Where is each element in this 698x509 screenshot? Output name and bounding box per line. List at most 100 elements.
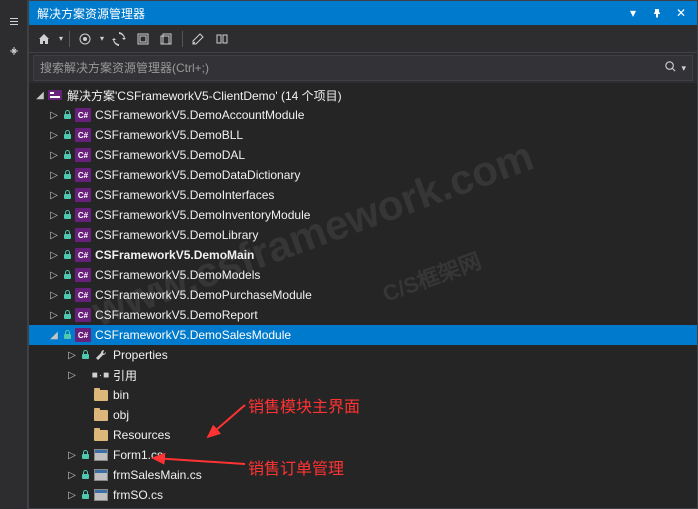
tree-item[interactable]: Resources	[29, 425, 697, 445]
form-icon	[93, 447, 109, 463]
project-node[interactable]: ▷ C# CSFrameworkV5.DemoAccountModule	[29, 105, 697, 125]
csharp-project-icon: C#	[75, 127, 91, 143]
expander-icon[interactable]: ▷	[65, 368, 79, 382]
project-node[interactable]: ▷ C# CSFrameworkV5.DemoModels	[29, 265, 697, 285]
home-dropdown[interactable]: ▾	[57, 34, 65, 43]
pin-button[interactable]	[649, 5, 665, 21]
close-button[interactable]: ✕	[673, 5, 689, 21]
solution-tree: ◢ 解决方案'CSFrameworkV5-ClientDemo' (14 个项目…	[29, 83, 697, 508]
project-label: CSFrameworkV5.DemoSalesModule	[95, 328, 291, 342]
expander-icon[interactable]: ▷	[47, 148, 61, 162]
tree-item-label: frmSO.cs	[113, 488, 163, 502]
expander-icon[interactable]: ▷	[65, 348, 79, 362]
panel-title: 解决方案资源管理器	[37, 5, 625, 22]
folder-icon	[93, 427, 109, 443]
tree-item[interactable]: ▷ Properties	[29, 345, 697, 365]
tree-item-label: frmSalesMain.cs	[113, 468, 202, 482]
expander-icon[interactable]: ▷	[47, 208, 61, 222]
expander-icon[interactable]: ▷	[47, 168, 61, 182]
lock-icon	[61, 129, 73, 141]
expander-icon[interactable]: ▷	[47, 248, 61, 262]
lock-icon	[79, 349, 91, 361]
pending-changes-button[interactable]	[74, 28, 96, 50]
expander-icon[interactable]: ▷	[47, 228, 61, 242]
pending-dropdown[interactable]: ▾	[98, 34, 106, 43]
tree-item[interactable]: ▷ frmSO.cs	[29, 485, 697, 505]
expander-icon[interactable]: ▷	[65, 448, 79, 462]
lock-icon	[61, 189, 73, 201]
project-node[interactable]: ▷ C# CSFrameworkV5.DemoBLL	[29, 125, 697, 145]
project-label: CSFrameworkV5.DemoBLL	[95, 128, 243, 142]
csharp-project-icon: C#	[75, 307, 91, 323]
folder-icon	[93, 387, 109, 403]
home-button[interactable]	[33, 28, 55, 50]
solution-icon	[47, 87, 63, 103]
csharp-project-icon: C#	[75, 167, 91, 183]
lock-icon	[79, 449, 91, 461]
lock-icon	[61, 289, 73, 301]
tree-item-label: Resources	[113, 428, 170, 442]
project-node[interactable]: ▷ C# CSFrameworkV5.DemoMain	[29, 245, 697, 265]
tree-item[interactable]: bin	[29, 385, 697, 405]
solution-label: 解决方案'CSFrameworkV5-ClientDemo' (14 个项目)	[67, 87, 342, 104]
tree-item-label: Properties	[113, 348, 168, 362]
tree-item[interactable]: ▷ Form1.cs	[29, 445, 697, 465]
expander-icon[interactable]: ▷	[47, 128, 61, 142]
project-node[interactable]: ▷ C# CSFrameworkV5.DemoInterfaces	[29, 185, 697, 205]
csharp-project-icon: C#	[75, 287, 91, 303]
expander-icon[interactable]: ▷	[47, 188, 61, 202]
search-input[interactable]	[40, 61, 660, 75]
lock-icon	[79, 489, 91, 501]
project-node[interactable]: ▷ C# CSFrameworkV5.DemoDataDictionary	[29, 165, 697, 185]
project-node[interactable]: ▷ C# CSFrameworkV5.DemoLibrary	[29, 225, 697, 245]
collapse-all-button[interactable]	[132, 28, 154, 50]
csharp-project-icon: C#	[75, 207, 91, 223]
csharp-project-icon: C#	[75, 227, 91, 243]
toolbar: ▾ ▾	[29, 25, 697, 53]
tree-item[interactable]: obj	[29, 405, 697, 425]
lock-icon	[61, 169, 73, 181]
project-node[interactable]: ▷ C# CSFrameworkV5.DemoPurchaseModule	[29, 285, 697, 305]
collapse-tab-icon[interactable]	[6, 14, 22, 30]
search-dropdown-icon[interactable]: ▾	[677, 63, 686, 74]
preview-button[interactable]	[211, 28, 233, 50]
expander-icon[interactable]: ▷	[47, 308, 61, 322]
csharp-project-icon: C#	[75, 327, 91, 343]
tree-item-label: Form1.cs	[113, 448, 163, 462]
project-label: CSFrameworkV5.DemoInterfaces	[95, 188, 274, 202]
lock-icon	[61, 249, 73, 261]
sync-button[interactable]	[108, 28, 130, 50]
tree-item[interactable]: ▷ frmSalesMain.cs	[29, 465, 697, 485]
project-label: CSFrameworkV5.DemoDAL	[95, 148, 245, 162]
expander-icon[interactable]: ▷	[47, 268, 61, 282]
lock-icon	[61, 309, 73, 321]
project-node[interactable]: ▷ C# CSFrameworkV5.DemoDAL	[29, 145, 697, 165]
expander-icon[interactable]: ▷	[65, 468, 79, 482]
panel-title-bar: 解决方案资源管理器 ▾ ✕	[29, 1, 697, 25]
search-bar: ▾	[33, 55, 693, 81]
expander-icon[interactable]: ▷	[47, 288, 61, 302]
tree-item-label: obj	[113, 408, 129, 422]
solution-node[interactable]: ◢ 解决方案'CSFrameworkV5-ClientDemo' (14 个项目…	[29, 85, 697, 105]
project-label: CSFrameworkV5.DemoReport	[95, 308, 258, 322]
project-node[interactable]: ▷ C# CSFrameworkV5.DemoReport	[29, 305, 697, 325]
expander-icon[interactable]: ◢	[47, 328, 61, 342]
dropdown-button[interactable]: ▾	[625, 5, 641, 21]
expander-icon[interactable]: ◢	[33, 88, 47, 102]
show-all-files-button[interactable]	[156, 28, 178, 50]
expander-icon[interactable]: ▷	[65, 488, 79, 502]
project-label: CSFrameworkV5.DemoAccountModule	[95, 108, 304, 122]
tree-item[interactable]: ▷ ■·■ 引用	[29, 365, 697, 385]
csharp-project-icon: C#	[75, 147, 91, 163]
lock-icon	[61, 149, 73, 161]
project-label: CSFrameworkV5.DemoMain	[95, 248, 254, 262]
properties-button[interactable]	[187, 28, 209, 50]
project-node[interactable]: ◢ C# CSFrameworkV5.DemoSalesModule	[29, 325, 697, 345]
file-icon	[93, 507, 109, 508]
project-node[interactable]: ▷ C# CSFrameworkV5.DemoInventoryModule	[29, 205, 697, 225]
expander-icon[interactable]: ▷	[47, 108, 61, 122]
tree-item[interactable]: vssver2.scc	[29, 505, 697, 508]
pin-tab-icon[interactable]	[6, 44, 22, 60]
lock-icon	[61, 209, 73, 221]
search-icon[interactable]	[660, 60, 677, 76]
